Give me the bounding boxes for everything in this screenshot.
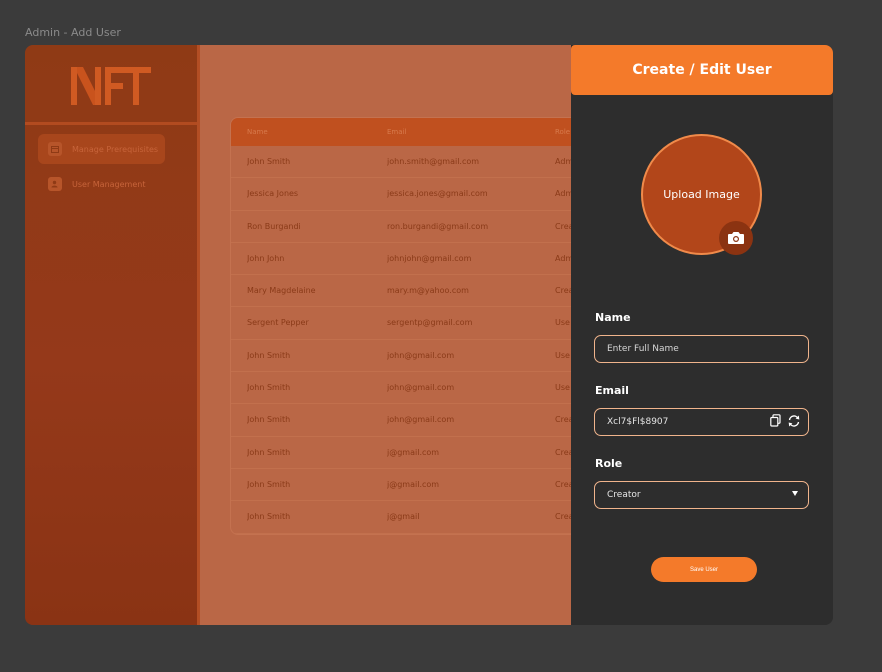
name-label: Name xyxy=(595,311,631,324)
sidebar-item-label: User Management xyxy=(72,179,146,189)
cell-name: John Smith xyxy=(247,415,291,425)
cell-email: j@gmail xyxy=(387,512,420,522)
cell-role: Use xyxy=(555,318,570,328)
camera-icon[interactable] xyxy=(719,221,753,255)
cell-name: John Smith xyxy=(247,350,291,360)
email-value: Xcl7$Fl$8907 xyxy=(607,417,669,427)
users-table: Name Email Role John Smith john.smith@gma… xyxy=(230,117,630,535)
table-row[interactable]: Jessica Jones jessica.jones@gmail.com Adm xyxy=(231,178,629,211)
user-settings-icon xyxy=(48,177,62,191)
nft-logo-mark xyxy=(71,67,151,105)
email-label: Email xyxy=(595,384,629,397)
save-user-button[interactable]: Save User xyxy=(651,557,757,582)
copy-icon[interactable] xyxy=(770,414,781,431)
table-row[interactable]: John Smith john.smith@gmail.com Adm xyxy=(231,146,629,179)
role-select[interactable]: Creator xyxy=(594,481,809,509)
frame-title: Admin - Add User xyxy=(25,26,121,39)
cell-email: sergentp@gmail.com xyxy=(387,318,473,328)
column-header-email[interactable]: Email xyxy=(387,128,406,136)
sidebar-item-user-management[interactable]: User Management xyxy=(38,169,165,199)
role-value: Creator xyxy=(607,490,641,500)
table-row[interactable]: John Smith john@gmail.com Use xyxy=(231,372,629,405)
cell-email: j@gmail.com xyxy=(387,479,440,489)
table-header: Name Email Role xyxy=(231,118,629,146)
cell-email: j@gmail.com xyxy=(387,447,440,457)
cell-email: john@gmail.com xyxy=(387,415,455,425)
cell-name: John Smith xyxy=(247,479,291,489)
cell-email: johnjohn@gmail.com xyxy=(387,253,472,263)
table-row[interactable]: John Smith j@gmail Crea xyxy=(231,501,629,534)
cell-role: Use xyxy=(555,350,570,360)
nft-logo xyxy=(25,45,197,123)
table-row[interactable]: John Smith john@gmail.com Use xyxy=(231,340,629,373)
column-header-name[interactable]: Name xyxy=(247,128,268,136)
cell-email: john@gmail.com xyxy=(387,350,455,360)
cell-name: Jessica Jones xyxy=(247,189,299,199)
cell-name: John Smith xyxy=(247,447,291,457)
cell-name: Sergent Pepper xyxy=(247,318,309,328)
cell-name: John Smith xyxy=(247,383,291,393)
sidebar-item-label: Manage Prerequisites xyxy=(72,144,159,154)
table-row[interactable]: Sergent Pepper sergentp@gmail.com Use xyxy=(231,307,629,340)
calendar-icon xyxy=(48,142,62,156)
table-row[interactable]: Mary Magdelaine mary.m@yahoo.com Crea xyxy=(231,275,629,308)
column-header-role[interactable]: Role xyxy=(555,128,570,136)
cell-name: Mary Magdelaine xyxy=(247,286,316,296)
panel-title: Create / Edit User xyxy=(571,45,833,95)
regenerate-icon[interactable] xyxy=(787,414,801,431)
main-content: Name Email Role John Smith john.smith@gma… xyxy=(200,45,630,625)
create-edit-user-panel: Create / Edit User Upload Image Name Ema… xyxy=(571,45,833,625)
cell-name: John John xyxy=(247,253,285,263)
sidebar-item-manage-prerequisites[interactable]: Manage Prerequisites xyxy=(38,134,165,164)
cell-email: mary.m@yahoo.com xyxy=(387,286,469,296)
cell-name: John Smith xyxy=(247,512,291,522)
table-body: John Smith john.smith@gmail.com Adm Jessica… xyxy=(231,146,629,534)
cell-email: john@gmail.com xyxy=(387,383,455,393)
table-row[interactable]: John John johnjohn@gmail.com Adm xyxy=(231,243,629,276)
cell-email: ron.burgandi@gmail.com xyxy=(387,221,489,231)
cell-name: Ron Burgandi xyxy=(247,221,301,231)
email-field[interactable]: Xcl7$Fl$8907 xyxy=(594,408,809,436)
logo-divider xyxy=(25,122,197,125)
table-row[interactable]: Ron Burgandi ron.burgandi@gmail.com Crea xyxy=(231,211,629,243)
table-row[interactable]: John Smith j@gmail.com Crea xyxy=(231,469,629,502)
role-label: Role xyxy=(595,457,623,470)
cell-email: john.smith@gmail.com xyxy=(387,157,480,166)
name-input[interactable] xyxy=(594,335,809,363)
app-window: Manage Prerequisites User Management Nam… xyxy=(25,45,833,625)
upload-image-label: Upload Image xyxy=(663,188,740,201)
sidebar: Manage Prerequisites User Management xyxy=(25,45,197,625)
table-row[interactable]: John Smith j@gmail.com Crea xyxy=(231,437,629,469)
cell-role: Use xyxy=(555,383,570,393)
chevron-down-icon xyxy=(792,491,798,496)
cell-email: jessica.jones@gmail.com xyxy=(387,189,488,199)
cell-name: John Smith xyxy=(247,157,291,166)
table-row[interactable]: John Smith john@gmail.com Crea xyxy=(231,404,629,437)
